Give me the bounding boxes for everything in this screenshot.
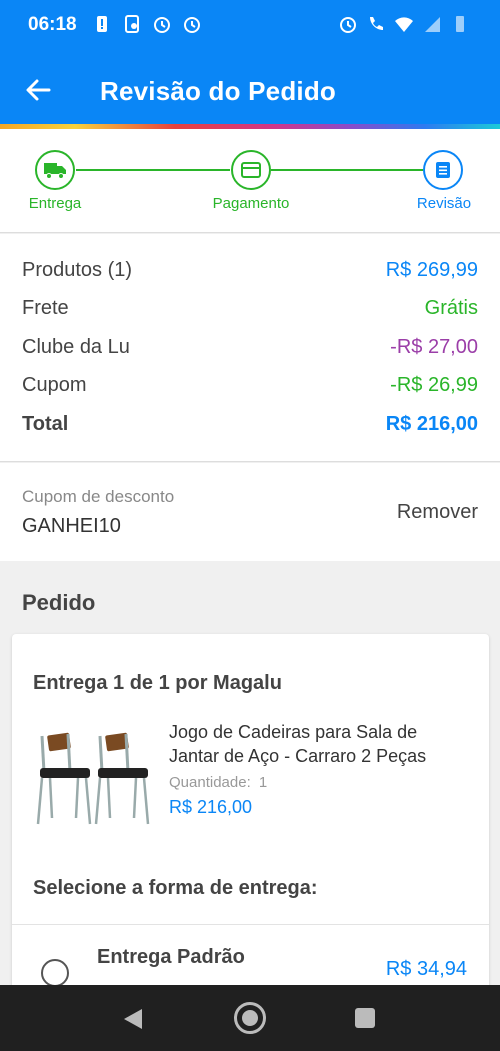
remove-coupon-button[interactable]: Remover — [397, 501, 478, 524]
battery-icon — [456, 16, 464, 32]
alarm-icon — [154, 17, 170, 33]
stepper-line — [76, 169, 230, 171]
app-bar: Revisão do Pedido — [0, 56, 500, 124]
credit-card-icon — [241, 162, 261, 178]
alarm-icon — [340, 17, 356, 33]
summary-row-frete: Frete Grátis — [22, 297, 478, 327]
total-value: R$ 216,00 — [385, 413, 478, 435]
step-revisao[interactable] — [423, 150, 463, 190]
summary-label: Frete — [22, 297, 69, 319]
delivery-option-price: R$ 34,94 — [385, 958, 467, 980]
list-icon — [436, 162, 450, 178]
nav-recent-apps-icon[interactable] — [355, 1008, 375, 1028]
summary-row-produtos: Produtos (1) R$ 269,99 — [22, 259, 478, 289]
quantity-value: 1 — [258, 774, 268, 791]
system-nav-bar — [0, 985, 500, 1051]
coupon-section: Cupom de desconto GANHEI10 Remover — [0, 463, 500, 561]
order-summary: Produtos (1) R$ 269,99 Frete Grátis Club… — [0, 234, 500, 462]
summary-label: Clube da Lu — [22, 336, 130, 358]
step-label-entrega: Entrega — [28, 195, 82, 212]
step-entrega[interactable] — [35, 150, 75, 190]
order-heading: Pedido — [22, 590, 96, 615]
summary-label: Cupom — [22, 374, 87, 396]
summary-row-cupom: Cupom -R$ 26,99 — [22, 374, 478, 404]
step-pagamento[interactable] — [231, 150, 271, 190]
system-icons — [338, 14, 470, 34]
product-name[interactable]: Jogo de Cadeiras para Sala de Jantar de … — [169, 720, 469, 768]
call-icon — [370, 17, 383, 30]
divider — [12, 924, 489, 925]
truck-icon — [44, 163, 66, 179]
top-bar: 06:18 Revisão do Pedido — [0, 0, 500, 124]
summary-label: Produtos (1) — [22, 259, 133, 281]
coupon-code: GANHEI10 — [22, 515, 121, 537]
page-title: Revisão do Pedido — [100, 76, 337, 106]
wifi-icon — [395, 17, 413, 32]
summary-row-total: Total R$ 216,00 — [22, 413, 478, 443]
status-bar: 06:18 — [0, 0, 500, 52]
quantity-label: Quantidade: — [169, 774, 251, 791]
battery-alert-icon — [97, 16, 107, 32]
product-quantity: Quantidade: 1 — [169, 774, 267, 791]
total-label: Total — [22, 413, 69, 435]
notification-icons — [92, 14, 202, 34]
shipment-title: Entrega 1 de 1 por Magalu — [33, 672, 282, 694]
step-label-pagamento: Pagamento — [212, 195, 290, 212]
coupon-label: Cupom de desconto — [22, 487, 175, 506]
product-image[interactable] — [34, 724, 158, 828]
signal-icon — [425, 17, 440, 32]
order-card: Entrega 1 de 1 por Magalu Jogo de Cadeir… — [12, 634, 489, 994]
status-time: 06:18 — [28, 14, 77, 35]
delivery-option-name[interactable]: Entrega Padrão — [97, 946, 245, 969]
checkout-stepper: Entrega Pagamento Revisão — [0, 129, 500, 233]
sim-icon — [125, 15, 139, 33]
product-price: R$ 216,00 — [169, 797, 253, 817]
delivery-heading: Selecione a forma de entrega: — [33, 877, 318, 899]
summary-row-clube: Clube da Lu -R$ 27,00 — [22, 336, 478, 366]
step-label-revisao: Revisão — [416, 195, 472, 212]
delivery-option-radio[interactable] — [41, 959, 69, 987]
summary-value: -R$ 26,99 — [390, 374, 478, 396]
nav-home-icon[interactable] — [234, 1002, 266, 1034]
alarm-icon — [184, 17, 200, 33]
summary-value: R$ 269,99 — [385, 259, 478, 281]
summary-value: -R$ 27,00 — [390, 336, 478, 358]
arrow-left-icon[interactable] — [22, 74, 54, 106]
stepper-line — [271, 169, 423, 171]
nav-back-icon[interactable] — [122, 1007, 144, 1031]
summary-value: Grátis — [424, 297, 478, 319]
